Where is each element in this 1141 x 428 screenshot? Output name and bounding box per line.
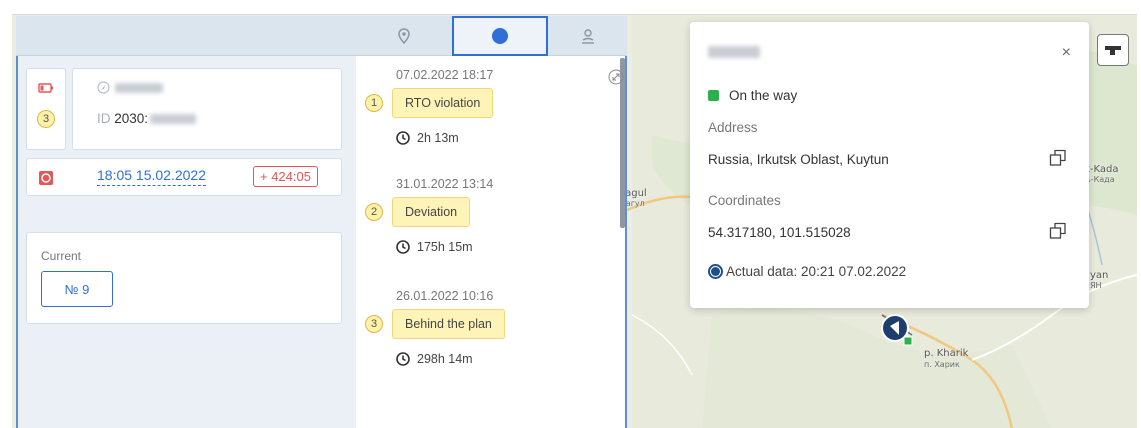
event-date: 26.01.2022 10:16 — [396, 289, 494, 303]
map-label: ь-Када — [1086, 175, 1115, 184]
vehicle-info-column: 3 ID 2030: 18:05 15.02.2022 + 424:05 Cur… — [16, 56, 356, 428]
vehicle-status-card: 3 — [26, 68, 66, 150]
navigation-icon — [97, 81, 110, 94]
event-timeline: 07.02.2022 18:17 1 RTO violation 2h 13m … — [356, 56, 627, 428]
current-trip-card: Current № 9 — [26, 232, 342, 324]
event-tag[interactable]: Deviation — [392, 197, 471, 227]
arrival-time-link[interactable]: 18:05 15.02.2022 — [97, 167, 206, 186]
delay-badge: + 424:05 — [253, 166, 318, 187]
copy-coordinates-icon[interactable] — [1049, 222, 1067, 240]
clock-icon — [396, 352, 410, 366]
event-date: 31.01.2022 13:14 — [396, 177, 494, 191]
popup-title-blurred — [708, 46, 760, 58]
status-dot-icon — [492, 28, 508, 44]
map-label: ЯН — [1090, 281, 1102, 290]
vehicle-info-card: ID 2030: — [72, 68, 342, 150]
copy-address-icon[interactable] — [1049, 149, 1067, 167]
event-tag[interactable]: RTO violation — [392, 88, 494, 118]
address-label: Address — [708, 120, 758, 135]
map-layers-button[interactable] — [1097, 34, 1129, 66]
event-number: 1 — [365, 94, 383, 112]
event-duration-text: 298h 14m — [417, 352, 473, 366]
map-label: п. Харик — [924, 360, 960, 369]
map-label: t-Kada — [1086, 164, 1119, 175]
vehicle-marker-icon[interactable] — [880, 313, 914, 347]
event-duration-text: 175h 15m — [417, 240, 473, 254]
map-label: yan — [1090, 270, 1109, 281]
vehicle-id-value: 2030: — [114, 111, 149, 126]
user-icon — [581, 29, 594, 44]
current-label: Current — [41, 249, 82, 263]
expand-icon[interactable] — [608, 69, 624, 85]
clock-icon — [396, 240, 410, 254]
actual-data-text: Actual data: 20:21 07.02.2022 — [726, 264, 907, 279]
tab-status[interactable] — [452, 16, 548, 56]
current-trip-button[interactable]: № 9 — [41, 271, 113, 307]
vehicle-popup: × On the way Address Russia, Irkutsk Obl… — [690, 22, 1089, 308]
vehicle-id-blurred — [150, 114, 197, 125]
status-indicator-icon — [708, 90, 719, 101]
arrival-time-card: 18:05 15.02.2022 + 424:05 — [26, 158, 342, 196]
battery-low-icon — [38, 83, 53, 93]
clock-icon — [396, 131, 410, 145]
address-value: Russia, Irkutsk Oblast, Kuytun — [708, 152, 889, 167]
actual-data-radio-icon — [708, 264, 723, 279]
vehicle-panel: 3 ID 2030: 18:05 15.02.2022 + 424:05 Cur… — [16, 16, 627, 428]
map-label: p. Kharik — [924, 348, 969, 359]
coordinates-label: Coordinates — [708, 193, 781, 208]
truck-icon — [1105, 46, 1121, 55]
event-number: 3 — [365, 315, 383, 333]
event-date: 07.02.2022 18:17 — [396, 68, 494, 82]
camera-alert-icon — [39, 171, 53, 185]
vehicle-id: ID 2030: — [97, 111, 197, 126]
location-pin-icon — [398, 28, 410, 44]
event-tag[interactable]: Behind the plan — [392, 309, 505, 339]
event-duration: 175h 15m — [396, 240, 473, 254]
event-duration: 298h 14m — [396, 352, 473, 366]
tab-driver[interactable] — [548, 16, 627, 56]
coordinates-value: 54.317180, 101.515028 — [708, 225, 851, 240]
event-number: 2 — [365, 203, 383, 221]
popup-status: On the way — [708, 88, 797, 103]
status-text: On the way — [729, 88, 798, 103]
vehicle-id-prefix: ID — [97, 111, 111, 126]
event-duration-text: 2h 13m — [417, 131, 459, 145]
actual-data: Actual data: 20:21 07.02.2022 — [708, 264, 906, 279]
panel-tabs — [16, 16, 627, 56]
close-icon[interactable]: × — [1062, 44, 1071, 62]
tab-location[interactable] — [356, 16, 452, 56]
vehicle-name-blurred — [115, 83, 163, 93]
event-duration: 2h 13m — [396, 131, 459, 145]
vehicle-badge-number: 3 — [37, 110, 55, 128]
